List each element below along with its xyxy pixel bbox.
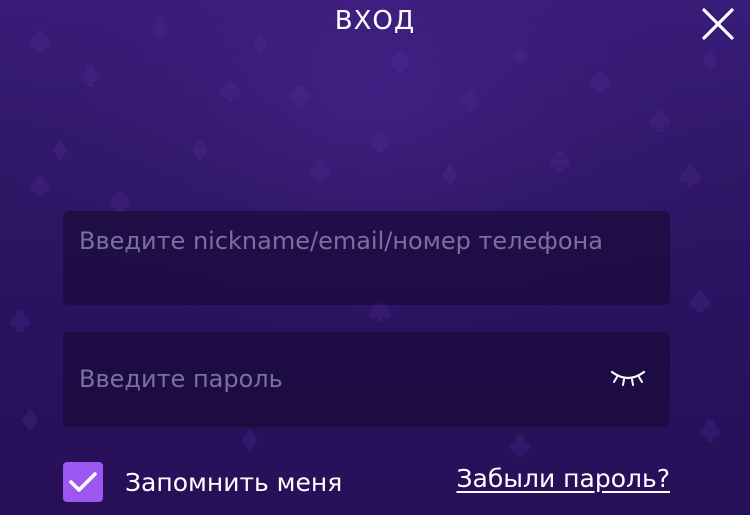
- page-title: ВХОД: [334, 6, 416, 36]
- remember-me-checkbox[interactable]: Запомнить меня: [63, 462, 342, 502]
- password-visibility-toggle[interactable]: [609, 368, 647, 388]
- close-icon: [702, 8, 734, 40]
- eye-closed-icon: [610, 370, 646, 386]
- checkmark-icon: [69, 472, 97, 492]
- checkbox-box[interactable]: [63, 462, 103, 502]
- remember-me-label: Запомнить меня: [125, 467, 343, 497]
- password-placeholder: Введите пароль: [79, 365, 283, 393]
- login-placeholder: Введите nickname/email/номер телефона: [79, 227, 603, 255]
- close-button[interactable]: [700, 6, 736, 42]
- login-field[interactable]: Введите nickname/email/номер телефона: [63, 211, 670, 305]
- forgot-password-link[interactable]: Забыли пароль?: [457, 464, 671, 493]
- password-field[interactable]: Введите пароль: [63, 332, 670, 427]
